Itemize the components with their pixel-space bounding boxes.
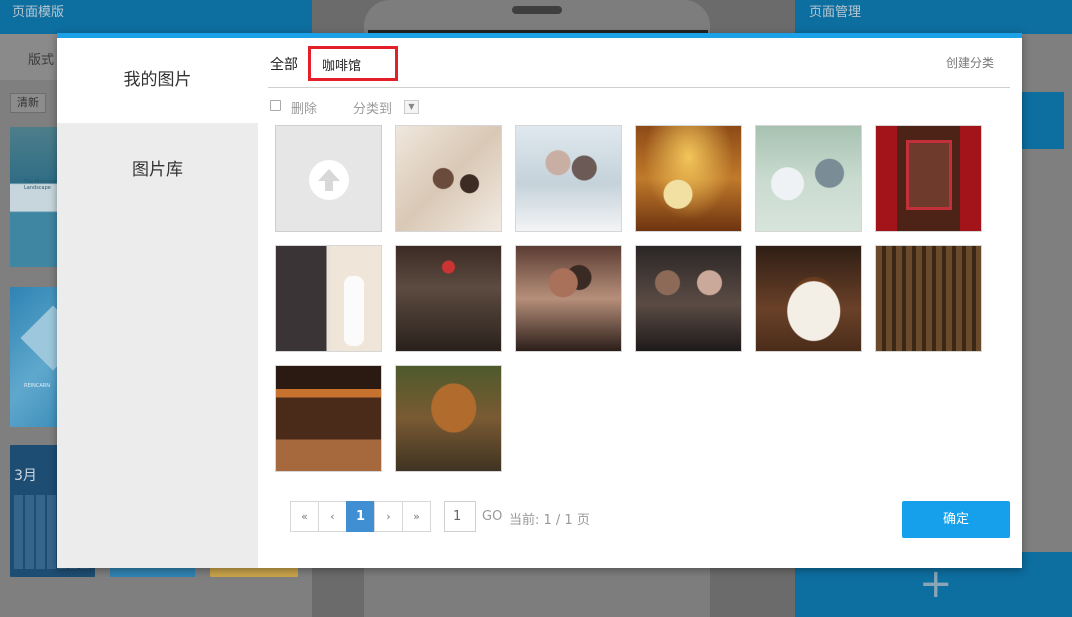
template-thumb-text: REINCARN [24, 383, 50, 389]
image-toolbar: 删除 分类到 ▼ [268, 96, 668, 118]
image-source-sidebar: 我的图片 图片库 [57, 38, 258, 568]
pagination: « ‹ 1 › » [290, 501, 431, 533]
bride-figure [344, 276, 364, 346]
category-all[interactable]: 全部 [270, 54, 298, 74]
delete-button[interactable]: 删除 [291, 98, 317, 117]
page-selected-bar[interactable] [1022, 92, 1064, 149]
select-all-checkbox[interactable] [270, 100, 281, 111]
style-filter-button[interactable]: 清新 [10, 93, 46, 113]
image-thumb-couple-street-night[interactable] [395, 245, 502, 352]
upload-arrow-icon [309, 160, 349, 200]
image-thumb-wedding-collage[interactable] [275, 245, 382, 352]
image-thumb-coffee-cup[interactable] [755, 245, 862, 352]
image-thumb-couple-cafe-kiss[interactable] [515, 245, 622, 352]
image-thumb-wedding-kiss-veil[interactable] [515, 125, 622, 232]
page-manager-header: 页面管理 [795, 0, 1072, 34]
confirm-button[interactable]: 确定 [902, 501, 1010, 538]
pagination-prev-button[interactable]: ‹ [318, 501, 347, 532]
pagination-page-1[interactable]: 1 [346, 501, 375, 532]
window-frame [906, 140, 952, 210]
page-manager-title: 页面管理 [809, 5, 862, 20]
move-to-category-dropdown[interactable]: ▼ [404, 100, 419, 114]
pagination-last-button[interactable]: » [402, 501, 431, 532]
template-thumb-text: 3月 [14, 468, 37, 484]
image-thumb-wedding-couple-bed[interactable] [395, 125, 502, 232]
image-thumb-wedding-couple-outdoor[interactable] [755, 125, 862, 232]
move-to-category-label[interactable]: 分类到 [353, 98, 392, 117]
image-thumb-cafe-interior-stairs[interactable] [875, 245, 982, 352]
image-browser: 全部 咖啡馆 创建分类 删除 分类到 ▼ « ‹ 1 › » 1 GO 当前: … [258, 38, 1022, 568]
upload-image-tile[interactable] [275, 125, 382, 232]
image-thumb-couple-cafe-table[interactable] [635, 245, 742, 352]
page-status: 当前: 1 / 1 页 [509, 513, 590, 528]
phone-speaker [512, 6, 562, 14]
template-panel-header: 页面模版 [0, 0, 312, 34]
pagination-first-button[interactable]: « [290, 501, 319, 532]
template-panel-title: 页面模版 [12, 5, 65, 20]
layout-tab[interactable]: 版式 [28, 49, 54, 68]
create-category-link[interactable]: 创建分类 [946, 54, 994, 71]
chevron-down-icon: ▼ [408, 102, 415, 111]
page-number-input[interactable] [444, 501, 476, 532]
category-bar: 全部 咖啡馆 创建分类 [268, 38, 1010, 88]
image-thumb-wedding-autumn-forest[interactable] [635, 125, 742, 232]
sidebar-item-image-library[interactable]: 图片库 [57, 128, 258, 213]
category-cafe-label: 咖啡馆 [322, 59, 362, 74]
image-picker-dialog: 我的图片 图片库 全部 咖啡馆 创建分类 删除 分类到 ▼ « ‹ 1 › » … [57, 33, 1022, 568]
go-button[interactable]: GO [482, 509, 502, 524]
pagination-next-button[interactable]: › [374, 501, 403, 532]
image-thumb-cafe-counter[interactable] [275, 365, 382, 472]
image-thumb-cafe-sign-facade[interactable] [395, 365, 502, 472]
image-thumb-couple-red-window[interactable] [875, 125, 982, 232]
sidebar-item-my-images[interactable]: 我的图片 [57, 38, 258, 123]
category-cafe-selected[interactable]: 咖啡馆 [308, 46, 398, 81]
